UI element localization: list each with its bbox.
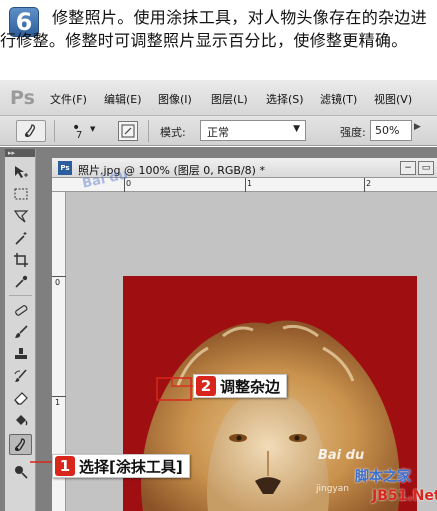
- menu-file[interactable]: 文件(F): [50, 91, 87, 107]
- separator: [148, 120, 149, 142]
- strength-input[interactable]: 50%: [370, 120, 412, 141]
- ruler-tick: [52, 276, 66, 277]
- menu-image[interactable]: 图像(I): [158, 91, 192, 107]
- chevron-right-icon[interactable]: ▶: [414, 122, 421, 132]
- stamp-icon[interactable]: [9, 343, 32, 364]
- callout-text: 选择[涂抹工具]: [79, 457, 183, 476]
- minimize-button[interactable]: −: [400, 161, 416, 175]
- marquee-icon[interactable]: [9, 183, 32, 204]
- brush-panel-toggle[interactable]: [118, 121, 138, 141]
- move-icon[interactable]: [9, 161, 32, 182]
- brush-icon[interactable]: [9, 321, 32, 342]
- brush-panel-icon: [121, 124, 135, 138]
- chevron-down-icon: ▼: [293, 124, 300, 134]
- separator: [9, 295, 32, 296]
- mode-select[interactable]: 正常 ▼: [200, 120, 306, 141]
- crop-icon[interactable]: [9, 249, 32, 270]
- ruler-label: 2: [366, 179, 372, 188]
- smudge-icon: [24, 124, 36, 138]
- menu-bar: Ps 文件(F) 编辑(E) 图像(I) 图层(L) 选择(S) 滤镜(T) 视…: [0, 80, 437, 116]
- menu-filter[interactable]: 滤镜(T): [320, 91, 357, 107]
- photoshop-logo: Ps: [10, 87, 35, 109]
- mode-value: 正常: [207, 126, 229, 139]
- ps-document-icon: Ps: [58, 161, 72, 175]
- tool-preset-picker[interactable]: [16, 120, 46, 142]
- instruction-text: 修整照片。使用涂抹工具，对人物头像存在的杂边进行修整。修整时可调整照片显示百分比…: [0, 8, 427, 50]
- smudge-icon[interactable]: [9, 434, 32, 455]
- toolbox: ▸▸: [5, 149, 36, 511]
- watermark-jingyan: jingyan: [316, 484, 349, 494]
- callout-select-smudge: 1 选择[涂抹工具]: [52, 454, 190, 478]
- callout-adjust-edges: 2 调整杂边: [193, 374, 288, 398]
- eyedropper-icon[interactable]: [9, 271, 32, 292]
- menu-select[interactable]: 选择(S): [266, 91, 304, 107]
- ruler-label: 1: [55, 398, 61, 407]
- dodge-icon[interactable]: [9, 461, 32, 482]
- menu-layer[interactable]: 图层(L): [211, 91, 248, 107]
- ruler-label: 1: [247, 179, 253, 188]
- lasso-icon[interactable]: [9, 205, 32, 226]
- eraser-icon[interactable]: [9, 387, 32, 408]
- history-brush-icon[interactable]: [9, 365, 32, 386]
- brush-size-value: 7: [76, 130, 83, 141]
- brush-size-picker[interactable]: • 7 ▼: [62, 120, 100, 142]
- watermark-baidu: Bai du: [318, 448, 365, 463]
- paint-bucket-icon[interactable]: [9, 409, 32, 430]
- watermark-site-en: JB51.Net: [372, 488, 437, 504]
- callout-number: 1: [55, 456, 75, 476]
- magic-wand-icon[interactable]: [9, 227, 32, 248]
- strength-label: 强度:: [340, 126, 366, 139]
- ruler-label: 0: [55, 278, 61, 287]
- callout-text: 调整杂边: [220, 377, 281, 396]
- toolbox-collapse-handle[interactable]: ▸▸: [5, 149, 35, 157]
- ruler-tick: [245, 178, 246, 192]
- ruler-tick: [364, 178, 365, 192]
- ruler-tick: [52, 396, 66, 397]
- mode-label: 模式:: [160, 126, 186, 139]
- chevron-down-icon: ▼: [90, 125, 96, 133]
- watermark-site-cn: 脚本之家: [355, 469, 411, 485]
- menu-edit[interactable]: 编辑(E): [104, 91, 142, 107]
- separator: [54, 120, 55, 142]
- callout-number: 2: [196, 376, 216, 396]
- menu-view[interactable]: 视图(V): [374, 91, 412, 107]
- options-bar: • 7 ▼ 模式: 正常 ▼ 强度: 50% ▶: [0, 116, 437, 146]
- maximize-button[interactable]: ▭: [418, 161, 434, 175]
- instruction-header: 6 修整照片。使用涂抹工具，对人物头像存在的杂边进行修整。修整时可调整照片显示百…: [0, 0, 437, 78]
- healing-icon[interactable]: [9, 299, 32, 320]
